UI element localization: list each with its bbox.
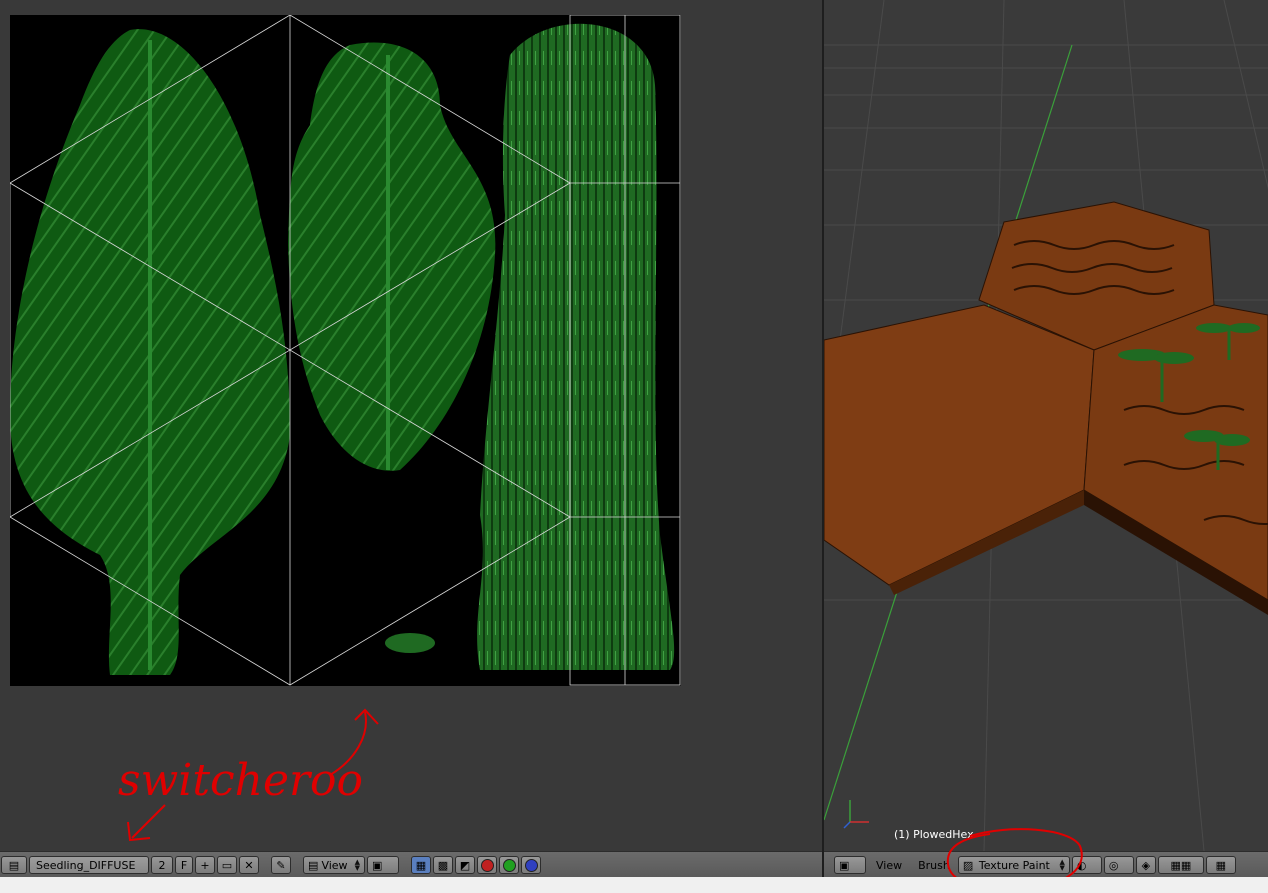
arrow-up-annotation [329,711,367,776]
annotation-text: switcheroo [118,755,363,806]
color-green-icon[interactable] [499,856,519,874]
image-users-count[interactable]: 2 [151,856,173,874]
unlink-icon[interactable]: ✕ [239,856,259,874]
layer-icon-2[interactable]: ▦ [1205,856,1236,874]
hex-tile-left [824,304,1095,586]
color-blue-icon[interactable] [521,856,541,874]
3d-viewport[interactable]: (1) PlowedHex [824,0,1268,851]
pin-icon[interactable]: ✎ [271,856,291,874]
mask-mode-dropdown[interactable]: ▣ [367,856,399,874]
layer-icon[interactable]: ▦▦ [1157,856,1204,874]
view3d-type-icon[interactable]: ▣ [834,856,866,874]
image-editor-area[interactable]: switcheroo [0,0,822,851]
image-name-field[interactable]: Seedling_DIFFUSE [29,856,149,874]
stem-uv-island [477,23,675,670]
leaf-uv-island-medium [288,42,496,471]
open-image-icon[interactable]: ▭ [217,856,237,874]
draw-mode-icon[interactable]: ▦ [411,856,431,874]
window-bottom-edge [0,877,1268,893]
channel-icon[interactable] [477,856,497,874]
image-editor-type-icon[interactable]: ▤ [1,856,27,874]
image-view-menu[interactable]: ▤ View ▲ ▼ [303,856,365,874]
image-editor-header: ▤ Seedling_DIFFUSE 2 F + ▭ ✕ ✎ ▤ View ▲ ▼… [0,851,822,878]
new-image-icon[interactable]: + [195,856,215,874]
manipulator-icon[interactable]: ◈ [1135,856,1156,874]
alpha-icon[interactable]: ◩ [455,856,475,874]
view3d-view-menu[interactable]: View [868,859,910,872]
image-menu-icon: ▤ [308,858,319,872]
mask-mode-icon: ▣ [372,858,383,872]
fake-user-toggle[interactable]: F [175,856,193,874]
checker-icon[interactable]: ▩ [433,856,453,874]
uv-texture-canvas[interactable] [10,15,681,686]
arrow-down-annotation [131,804,166,839]
pivot-icon[interactable]: ◎ [1103,856,1134,874]
